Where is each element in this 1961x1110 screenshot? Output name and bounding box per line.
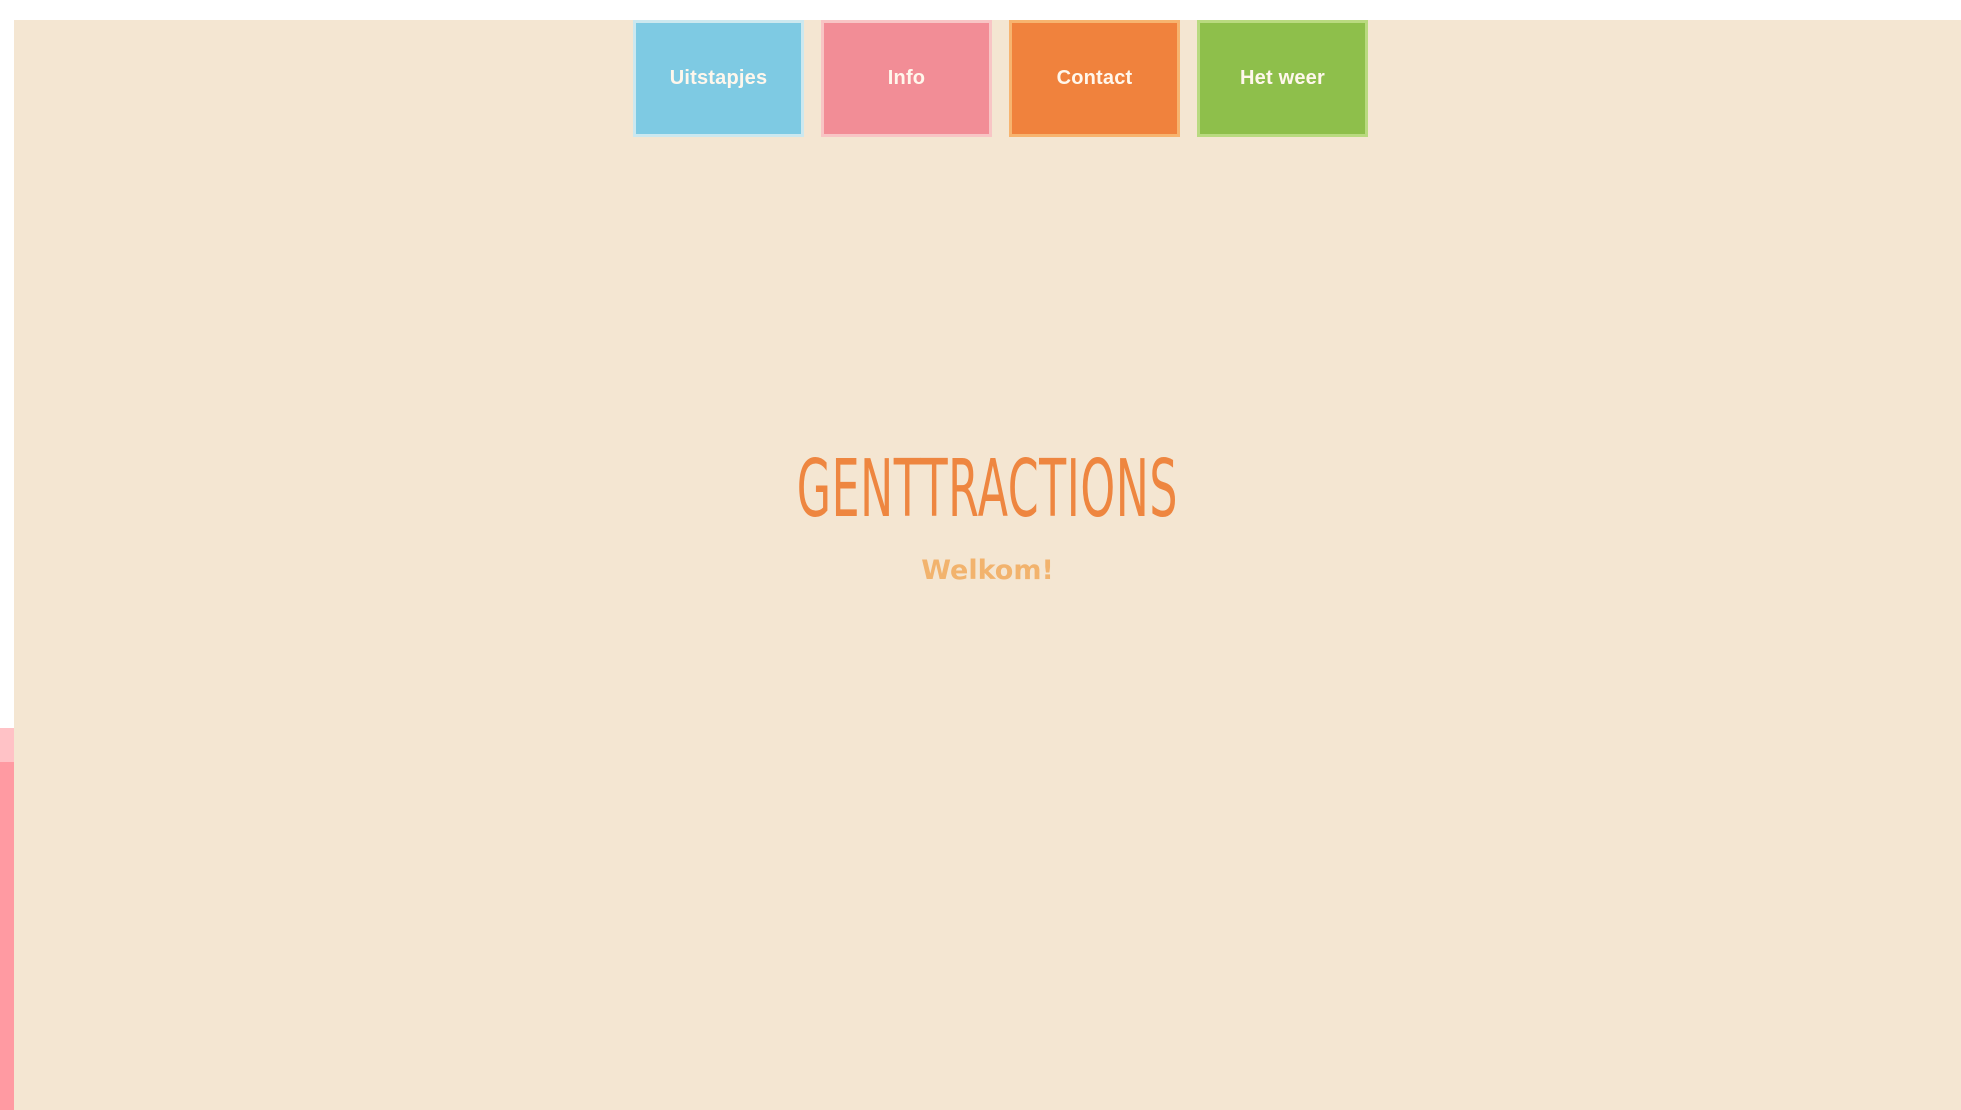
main-navigation: Uitstapjes Info Contact Het weer bbox=[618, 20, 1374, 142]
nav-uitstapjes-button[interactable]: Uitstapjes bbox=[633, 20, 804, 137]
page-body: Uitstapjes Info Contact Het weer GENTTRA… bbox=[14, 20, 1961, 1110]
site-title: GENTTRACTIONS bbox=[796, 443, 1179, 535]
nav-info-button[interactable]: Info bbox=[821, 20, 992, 137]
nav-contact-button[interactable]: Contact bbox=[1009, 20, 1180, 137]
hero-section: GENTTRACTIONS Welkom! bbox=[14, 450, 1961, 587]
side-decoration bbox=[0, 728, 14, 1110]
nav-het-weer-button[interactable]: Het weer bbox=[1197, 20, 1368, 137]
side-decoration-highlight bbox=[0, 728, 14, 762]
browser-viewport: Uitstapjes Info Contact Het weer GENTTRA… bbox=[0, 0, 1961, 1110]
welcome-message: Welkom! bbox=[921, 555, 1054, 586]
